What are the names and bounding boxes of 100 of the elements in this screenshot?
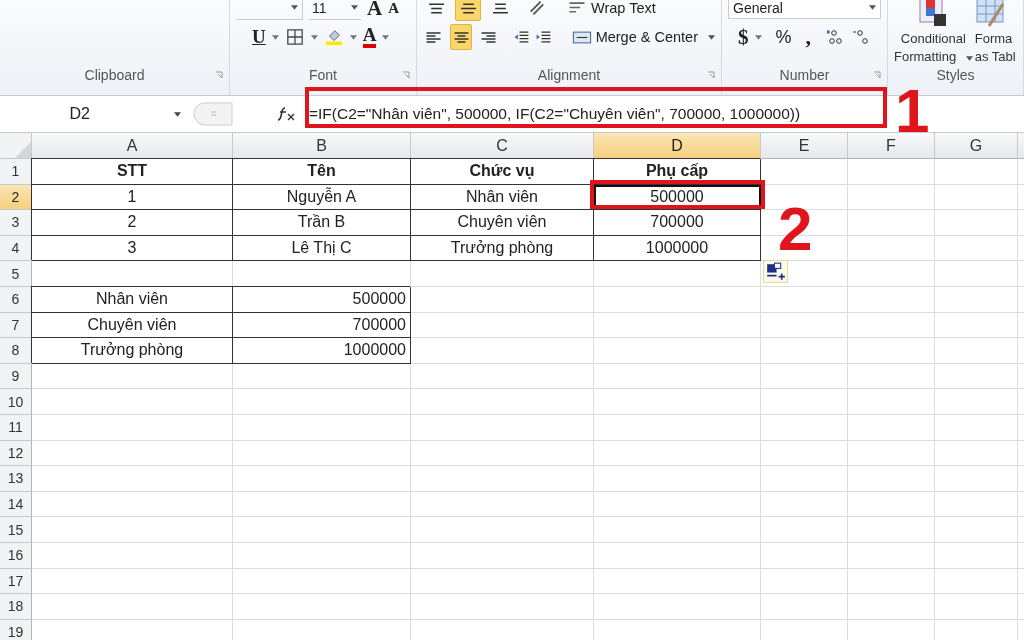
table-cell: 1 [32,184,233,211]
wrap-text-button[interactable]: Wrap Text [567,0,656,16]
shrink-font-button[interactable]: A [388,0,399,17]
column-header[interactable]: C [411,133,594,159]
dialog-launcher-icon[interactable] [402,71,410,79]
dialog-launcher-icon[interactable] [215,71,223,79]
table-cell: 1000000 [594,235,761,262]
column-header[interactable]: F [848,133,935,159]
group-label: Clipboard [84,67,145,83]
increase-indent-icon[interactable] [535,28,552,46]
caret-icon [965,56,973,61]
vertical-align-button[interactable] [455,0,481,21]
percent-button[interactable]: % [775,26,792,48]
table-cell: Nguyễn A [233,184,411,211]
caret-icon [869,5,876,10]
step-number: 2 [778,198,813,260]
table-cell: STT [32,159,233,185]
caret-icon[interactable] [291,5,298,10]
increase-decimal-icon[interactable] [825,28,845,46]
table-cell: 700000 [594,210,761,236]
group-label: Number [779,67,830,83]
table-cell: Trưởng phòng [411,235,594,262]
name-box[interactable]: D2 [32,101,187,127]
table-cell: 2 [32,210,233,236]
comma-button[interactable]: , [805,24,811,50]
caret-icon[interactable] [754,34,762,40]
horizontal-align-button[interactable] [450,24,472,50]
paste-options-icon[interactable] [763,260,788,283]
grow-font-button[interactable]: A [367,0,383,21]
table-cell: Trưởng phòng [32,338,233,364]
column-header[interactable]: E [761,133,848,159]
row-header[interactable]: 15 [0,517,32,543]
currency-button[interactable]: $ [738,24,749,50]
row-header[interactable]: 1 [0,159,32,185]
row-header[interactable]: 12 [0,440,32,467]
table-cell: 1000000 [233,338,411,364]
table-cell: Tên [233,159,411,185]
align-lines-icon [452,31,470,43]
caret-icon[interactable] [351,5,358,10]
underline-button[interactable]: U [252,26,266,48]
row-header[interactable]: 2 [0,184,32,211]
number-format-dropdown[interactable]: General [728,0,881,19]
column-header[interactable]: A [32,133,233,159]
row-header[interactable]: 10 [0,389,32,415]
row-header[interactable]: 5 [0,261,32,287]
row-header[interactable]: 8 [0,338,32,364]
row-header[interactable]: 6 [0,286,32,313]
table-cell: 3 [32,235,233,262]
table-cell: Chuyên viên [411,210,594,236]
wrap-icon [567,0,587,16]
align-lines-icon [425,31,443,43]
table-cell: Lê Thị C [233,235,411,262]
row-header[interactable]: 16 [0,542,32,569]
dialog-launcher-icon[interactable] [873,71,881,79]
merge-center-button[interactable]: Merge & Center [571,29,715,45]
merge-icon [571,29,592,45]
row-header[interactable]: 9 [0,363,32,390]
caret-icon[interactable] [310,34,318,40]
table-cell: 500000 [233,286,411,313]
caret-icon[interactable] [271,34,279,40]
row-header[interactable]: 18 [0,594,32,620]
table-cell: Nhân viên [411,184,594,211]
decrease-indent-icon[interactable] [513,28,530,46]
table-cell: 500000 [594,184,761,211]
table-cell: 700000 [233,312,411,339]
column-header[interactable]: B [233,133,411,159]
table-cell: Trần B [233,210,411,236]
group-label: Alignment [537,67,601,83]
insert-function-icon[interactable] [277,106,297,122]
group-label: Font [309,67,337,83]
font-color-button[interactable]: A [362,26,377,48]
dialog-launcher-icon[interactable] [707,71,715,79]
row-header[interactable]: 17 [0,568,32,595]
caret-icon[interactable] [349,34,357,40]
borders-icon[interactable] [284,28,305,46]
paint-bucket-icon[interactable] [323,28,344,46]
colored-grid-icon [918,0,949,28]
font-size-dropdown[interactable]: 11 [309,0,361,20]
column-header[interactable]: D [594,133,761,159]
align-lines-icon [427,2,445,14]
caret-icon[interactable] [382,34,390,40]
table-cell: Nhân viên [32,286,233,313]
formula-field[interactable]: =IF(C2="Nhân viên", 500000, IF(C2="Chuyên viên", 700000, 1000000)) [309,105,801,123]
row-header[interactable]: 19 [0,619,32,640]
row-header[interactable]: 11 [0,414,32,441]
caret-icon [708,34,715,40]
table-cell: Chức vụ [411,159,594,185]
row-header[interactable]: 7 [0,312,32,339]
row-header[interactable]: 13 [0,466,32,492]
group-label: Styles [936,67,975,83]
format-as-table-button[interactable]: Forma as Tabl [974,0,1016,66]
table-brush-icon [974,0,1005,28]
row-header[interactable]: 4 [0,235,32,262]
table-cell: Chuyên viên [32,312,233,339]
conditional-formatting-button[interactable]: Conditional Formatting [894,0,973,66]
decrease-decimal-icon[interactable] [851,28,871,46]
row-header[interactable]: 3 [0,210,32,236]
column-header[interactable]: G [935,133,1018,159]
row-header[interactable]: 14 [0,491,32,518]
align-lines-icon [480,31,498,43]
